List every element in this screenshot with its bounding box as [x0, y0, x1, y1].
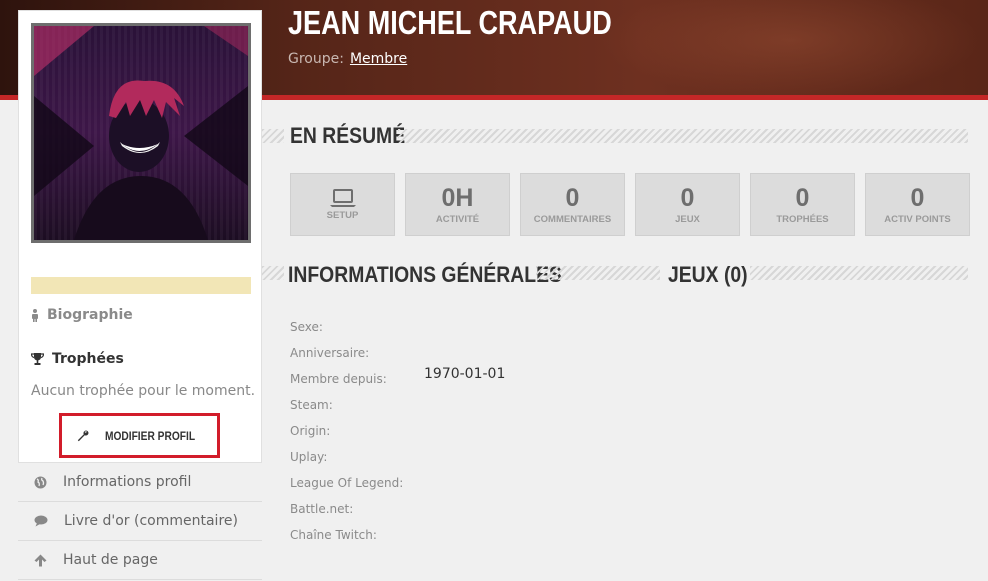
stat-label: ACTIV POINTS: [884, 214, 951, 225]
info-row-member-since: Membre depuis: 1970-01-01: [290, 366, 505, 392]
trophy-icon: [31, 353, 44, 365]
info-row-uplay: Uplay:: [290, 444, 505, 470]
info-row-origin: Origin:: [290, 418, 505, 444]
general-left-divider: [262, 266, 284, 280]
stat-label: COMMENTAIRES: [533, 214, 612, 225]
group-line: Groupe: Membre: [288, 51, 407, 67]
stat-trophies: 0 TROPHÉES: [750, 173, 855, 236]
general-info-divider: [536, 266, 660, 280]
nav-item-guestbook[interactable]: Livre d'or (commentaire): [18, 502, 262, 541]
info-label: League Of Legend:: [290, 476, 404, 490]
stat-label: TROPHÉES: [776, 214, 829, 225]
stat-value: 0: [565, 184, 580, 212]
stat-value: 0: [680, 184, 695, 212]
arrow-up-icon: [34, 554, 47, 566]
stat-games: 0 JEUX: [635, 173, 740, 236]
group-label: Groupe:: [288, 51, 344, 67]
info-label: Uplay:: [290, 450, 328, 464]
wrench-icon: [77, 430, 88, 441]
info-label: Sexe:: [290, 320, 323, 334]
info-row-league-of-legend: League Of Legend:: [290, 470, 505, 496]
games-title: JEUX (0): [668, 262, 748, 287]
nav-label: Haut de page: [63, 552, 158, 568]
info-label: Membre depuis:: [290, 372, 387, 386]
stat-label: ACTIVITÉ: [435, 214, 480, 225]
stat-value: 0: [795, 184, 810, 212]
games-divider: [750, 266, 968, 280]
stats-row: SETUP 0H ACTIVITÉ 0 COMMENTAIRES 0 JEUX …: [290, 173, 970, 236]
stat-label: SETUP: [326, 210, 359, 221]
group-link[interactable]: Membre: [350, 51, 407, 67]
info-label: Origin:: [290, 424, 331, 438]
edit-profile-label: MODIFIER PROFIL: [104, 428, 195, 443]
avatar-image: [34, 26, 248, 240]
biography-label: Biographie: [47, 307, 133, 323]
trophies-label: Trophées: [52, 351, 124, 367]
nav-item-profile-info[interactable]: Informations profil: [18, 463, 262, 502]
stat-value: 0: [910, 184, 925, 212]
summary-left-divider: [262, 129, 284, 143]
globe-icon: [34, 476, 47, 488]
info-label: Steam:: [290, 398, 333, 412]
person-icon: [32, 308, 38, 322]
summary-title: EN RÉSUMÉ: [290, 123, 406, 148]
nav-label: Informations profil: [63, 474, 192, 490]
trophies-row: Trophées: [31, 351, 124, 367]
summary-title-divider: [398, 129, 968, 143]
nav-label: Livre d'or (commentaire): [64, 513, 238, 529]
laptop-icon: [329, 189, 356, 207]
info-label: Anniversaire:: [290, 346, 370, 360]
biography-row[interactable]: Biographie: [31, 307, 133, 323]
avatar: [31, 23, 251, 243]
profile-card: Biographie Trophées Aucun trophée pour l…: [18, 10, 262, 463]
level-progress-bar: [31, 277, 251, 294]
info-row-battlenet: Battle.net:: [290, 496, 505, 522]
info-row-steam: Steam:: [290, 392, 505, 418]
side-nav: Informations profil Livre d'or (commenta…: [18, 463, 262, 580]
nav-item-back-to-top[interactable]: Haut de page: [18, 541, 262, 580]
speech-bubble-icon: [34, 515, 48, 527]
stat-setup[interactable]: SETUP: [290, 173, 395, 236]
info-label: Chaîne Twitch:: [290, 528, 377, 542]
stat-label: JEUX: [675, 214, 700, 225]
info-label: Battle.net:: [290, 502, 354, 516]
info-row-sex: Sexe:: [290, 314, 505, 340]
stat-activ-points: 0 ACTIV POINTS: [865, 173, 970, 236]
edit-profile-button[interactable]: MODIFIER PROFIL: [59, 413, 220, 458]
stat-comments: 0 COMMENTAIRES: [520, 173, 625, 236]
info-value: 1970-01-01: [424, 366, 506, 382]
general-info-list: Sexe: Anniversaire: Membre depuis: 1970-…: [290, 314, 505, 548]
profile-username: JEAN MICHEL CRAPAUD: [288, 4, 612, 41]
trophies-empty-text: Aucun trophée pour le moment.: [31, 383, 256, 399]
stat-activity: 0H ACTIVITÉ: [405, 173, 510, 236]
general-info-title: INFORMATIONS GÉNÉRALES: [288, 262, 562, 287]
info-row-birthday: Anniversaire:: [290, 340, 505, 366]
stat-value: 0H: [441, 184, 474, 212]
info-row-twitch: Chaîne Twitch:: [290, 522, 505, 548]
